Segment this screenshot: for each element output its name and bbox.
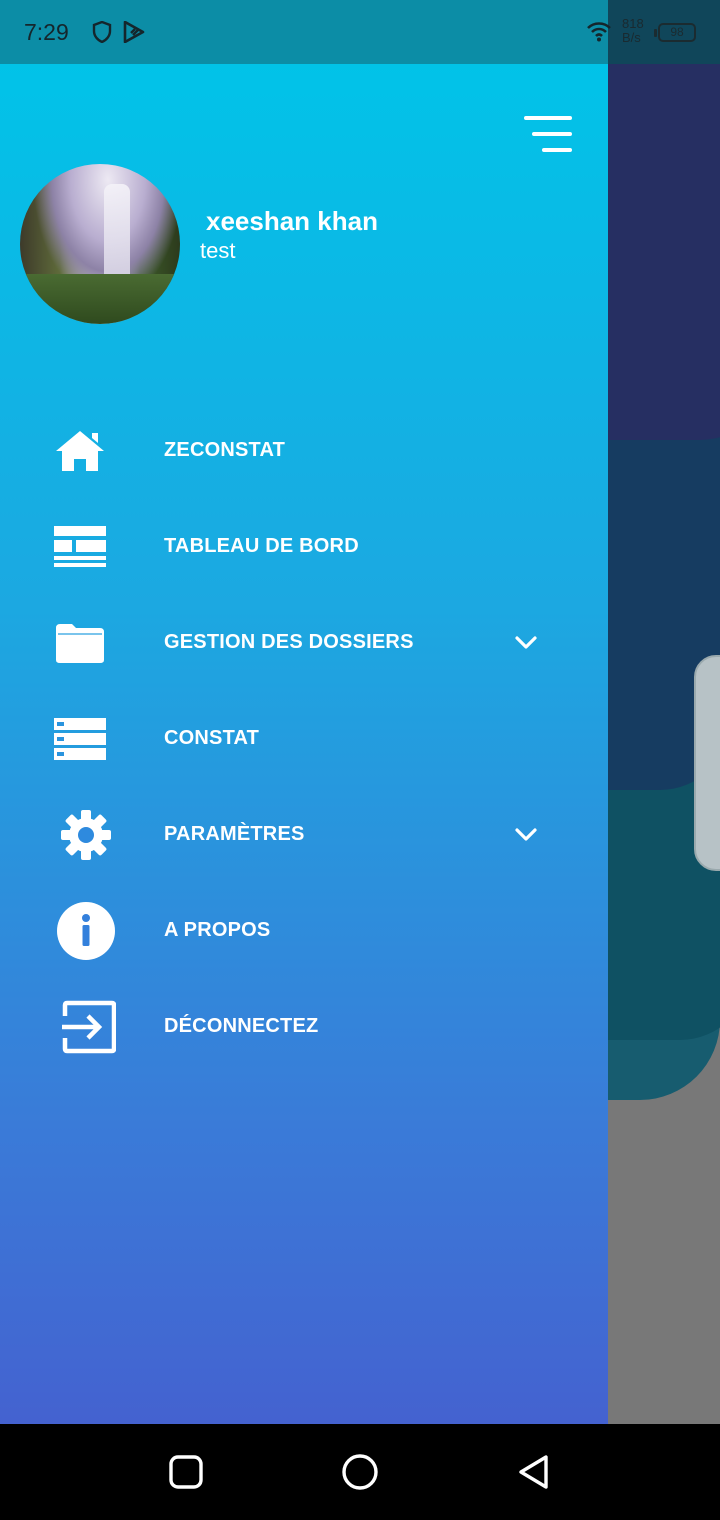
info-icon xyxy=(56,901,116,961)
network-speed: 818 B/s xyxy=(622,16,644,45)
dashboard-icon xyxy=(50,517,110,577)
menu-item-label: TABLEAU DE BORD xyxy=(164,535,359,557)
shield-icon xyxy=(92,20,112,48)
wifi-icon xyxy=(586,20,612,47)
folder-icon xyxy=(50,613,110,673)
menu-item-label: PARAMÈTRES xyxy=(164,823,305,845)
menu-item-label: CONSTAT xyxy=(164,727,260,749)
play-store-icon xyxy=(122,20,146,48)
status-bar: 7:29 818 B/s 98 xyxy=(0,0,720,64)
user-subtitle: test xyxy=(200,238,236,263)
menu-item-constat[interactable]: CONSTAT xyxy=(0,691,608,787)
system-nav-bar xyxy=(0,1424,720,1520)
menu-item-parametres[interactable]: PARAMÈTRES xyxy=(0,787,608,883)
user-name: xeeshan khan xyxy=(206,206,378,236)
chevron-down-icon[interactable] xyxy=(512,629,540,657)
menu-item-a-propos[interactable]: A PROPOS xyxy=(0,883,608,979)
menu-item-tableau-de-bord[interactable]: TABLEAU DE BORD xyxy=(0,499,608,595)
menu-item-gestion-des-dossiers[interactable]: GESTION DES DOSSIERS xyxy=(0,595,608,691)
background-card xyxy=(694,655,720,871)
navigation-drawer: xeeshan khan test ZECONSTAT TABLEAU DE B… xyxy=(0,64,608,1424)
logout-icon xyxy=(58,997,118,1057)
recents-button[interactable] xyxy=(162,1448,210,1496)
gear-icon xyxy=(56,805,116,865)
status-time: 7:29 xyxy=(24,19,69,45)
battery-icon: 98 xyxy=(654,23,696,42)
menu-item-zeconstat[interactable]: ZECONSTAT xyxy=(0,403,608,499)
back-button[interactable] xyxy=(510,1448,558,1496)
menu-item-label: ZECONSTAT xyxy=(164,439,286,461)
menu-icon-line xyxy=(532,132,572,136)
chevron-down-icon[interactable] xyxy=(512,821,540,849)
avatar[interactable] xyxy=(20,164,180,324)
home-button[interactable] xyxy=(336,1448,384,1496)
menu-item-label: DÉCONNECTEZ xyxy=(164,1015,319,1037)
menu-item-label: GESTION DES DOSSIERS xyxy=(164,631,414,653)
home-icon xyxy=(50,421,110,481)
menu-icon-line xyxy=(542,148,572,152)
menu-item-label: A PROPOS xyxy=(164,919,271,941)
menu-icon-line xyxy=(524,116,572,120)
menu-toggle-button[interactable] xyxy=(514,112,580,158)
back-triangle-icon xyxy=(519,1455,548,1489)
menu-item-deconnectez[interactable]: DÉCONNECTEZ xyxy=(0,979,608,1075)
square-icon xyxy=(169,1455,203,1489)
circle-icon xyxy=(342,1454,378,1490)
list-icon xyxy=(50,709,110,769)
battery-level: 98 xyxy=(670,25,684,39)
